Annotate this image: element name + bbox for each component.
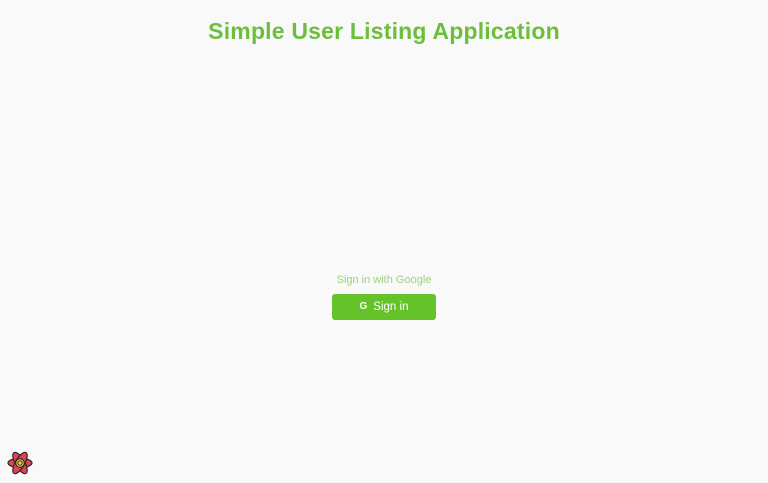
react-devtools-icon[interactable] [6, 449, 34, 477]
signin-button-label: Sign in [373, 301, 409, 313]
signin-caption: Sign in with Google [336, 274, 432, 286]
google-g-icon: G [359, 301, 368, 312]
page-title: Simple User Listing Application [208, 18, 560, 44]
signin-section: Sign in with Google G Sign in [0, 273, 768, 320]
google-signin-button[interactable]: G Sign in [332, 294, 436, 320]
